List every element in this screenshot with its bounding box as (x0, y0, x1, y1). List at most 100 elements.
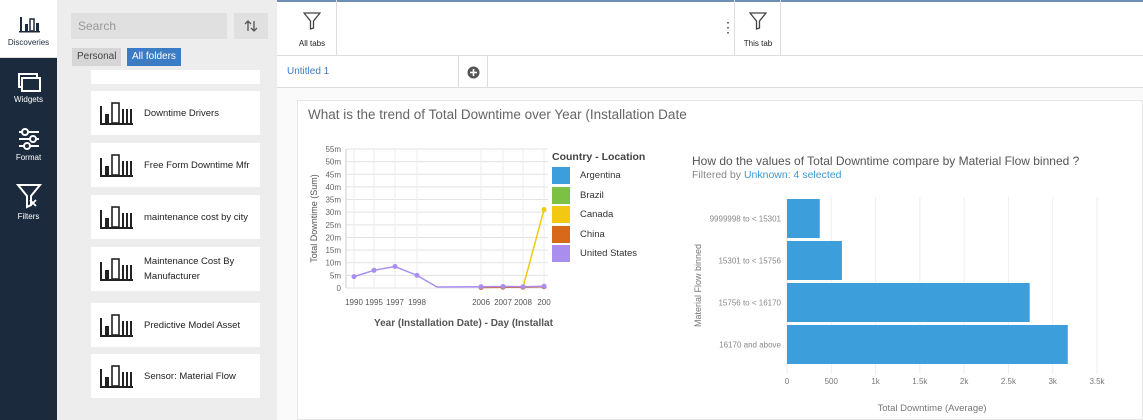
y-tick-label: 20m (325, 233, 341, 242)
data-point (392, 264, 398, 270)
y-axis-title: Total Downtime (Sum) (309, 174, 319, 263)
list-item[interactable]: Sensor: Material Flow (91, 354, 260, 398)
data-point (478, 284, 484, 290)
main-area: All tabs ⋮ This tab Untitled 1 What is t… (277, 0, 1143, 420)
filter-selection-link[interactable]: Unknown: 4 selected (744, 169, 841, 181)
x-tick-label: 2k (960, 377, 969, 386)
y-tick-label: 25m (325, 221, 341, 230)
list-item-title: Downtime Drivers (144, 107, 219, 119)
dashboard-canvas: What is the trend of Total Downtime over… (297, 100, 1143, 420)
list-item[interactable]: Downtime Drivers (91, 91, 260, 135)
app-window: Discoveries Widgets Format Filters Searc… (0, 0, 1143, 420)
filters-icon (15, 184, 42, 209)
bar (787, 241, 842, 280)
category-label: 9999998 to < 15301 (710, 215, 782, 224)
legend-label: Brazil (580, 189, 604, 201)
y-tick-label: 5m (330, 271, 341, 280)
legend-item[interactable]: Brazil (552, 186, 672, 207)
discoveries-list: Downtime Drivers Free Form Downtime Mfr ma… (71, 70, 261, 420)
x-tick-label: 0 (785, 377, 790, 386)
list-item-title: Free Form Downtime Mfr (144, 159, 250, 171)
tab-bar: Untitled 1 (277, 56, 1143, 88)
more-options-icon[interactable]: ⋮ (721, 20, 735, 34)
line-chart[interactable]: 05m10m15m20m25m30m35m40m45m50m55m1990 199… (298, 141, 558, 371)
bar-chart-icon (100, 206, 133, 229)
x-tick-label: 2008 (514, 298, 532, 307)
list-item-partial[interactable] (91, 70, 260, 84)
legend-swatch (552, 186, 570, 204)
x-tick-label: 500 (825, 377, 839, 386)
legend-label: China (580, 228, 605, 240)
format-icon (18, 128, 39, 150)
library-panel: Personal All folders Downtime Drivers Fre… (57, 0, 277, 420)
list-item-title: Predictive Model Asset (144, 319, 241, 331)
data-point (351, 274, 357, 280)
x-axis-title: Total Downtime (Average) (877, 403, 986, 414)
rail-item-filters[interactable]: Filters (0, 183, 57, 221)
tab-untitled-1[interactable]: Untitled 1 (287, 56, 329, 88)
top-accent-line (277, 0, 1143, 2)
legend-swatch (552, 225, 570, 243)
bar-chart-icon (100, 314, 133, 337)
discoveries-icon (18, 17, 40, 33)
legend-item[interactable]: Argentina (552, 167, 672, 187)
line-chart-title: What is the trend of Total Downtime over… (308, 107, 687, 122)
data-point (414, 272, 420, 278)
rail-label-format: Format (15, 153, 42, 162)
toolbar-divider (336, 0, 337, 56)
bar-chart-filter-note: Filtered by Unknown: 4 selected (692, 169, 841, 181)
x-tick-label: 1995 (365, 298, 383, 307)
category-label: 15301 to < 15756 (718, 257, 781, 266)
toolbar-divider (780, 0, 781, 56)
rail-item-widgets[interactable]: Widgets (0, 72, 57, 104)
filter-icon (302, 12, 322, 30)
legend-item[interactable]: Canada (552, 206, 672, 226)
bar (787, 199, 820, 238)
legend-item[interactable]: United States (552, 245, 672, 265)
bar (787, 283, 1030, 322)
search-input[interactable] (71, 13, 227, 39)
filter-all-folders-button[interactable]: All folders (127, 48, 181, 66)
all-tabs-filter-button[interactable]: All tabs (289, 0, 335, 56)
y-tick-label: 50m (325, 158, 341, 167)
legend-label: Argentina (580, 170, 621, 181)
this-tab-filter-button[interactable]: This tab (735, 0, 781, 56)
data-point (520, 284, 526, 290)
sort-icon (244, 20, 258, 32)
legend-label: Canada (580, 209, 614, 220)
rail-item-format[interactable]: Format (0, 128, 57, 162)
filter-prefix: Filtered by (692, 169, 742, 181)
x-tick-label: 1990 (345, 298, 363, 307)
y-tick-label: 45m (325, 170, 341, 179)
bar-chart-icon (100, 365, 133, 388)
rail-label-widgets: Widgets (14, 95, 43, 104)
data-point (541, 283, 547, 289)
rail-label-filters: Filters (17, 212, 40, 221)
y-tick-label: 30m (325, 208, 341, 217)
list-item[interactable]: maintenance cost by city (91, 195, 260, 239)
nav-rail: Discoveries Widgets Format Filters (0, 0, 57, 420)
add-tab-button[interactable] (458, 56, 488, 88)
list-item[interactable]: Predictive Model Asset (91, 303, 260, 347)
legend-swatch (552, 206, 570, 223)
y-tick-label: 10m (325, 259, 341, 268)
series-line (353, 265, 545, 288)
data-point (500, 283, 506, 289)
bar-chart-icon (100, 154, 133, 177)
legend-item[interactable]: China (552, 225, 672, 246)
y-tick-label: 15m (325, 246, 341, 255)
all-tabs-label: All tabs (298, 39, 326, 48)
bar-chart[interactable]: 0 500 1k 1.5k 2k 2.5k 3k 3.5k 9999998 to < 15301… (692, 189, 1132, 419)
sort-button[interactable] (234, 13, 268, 39)
x-tick-label: 2006 (472, 298, 490, 307)
rail-item-discoveries[interactable]: Discoveries (0, 0, 57, 58)
list-item[interactable]: Maintenance Cost By Manufacturer (91, 247, 260, 291)
legend-title: Country - Location (552, 151, 646, 163)
list-item[interactable]: Free Form Downtime Mfr (91, 143, 260, 187)
y-axis-title: Material Flow binned (693, 244, 703, 327)
legend-label: United States (580, 248, 638, 259)
list-item-title: maintenance cost by city (144, 211, 249, 223)
filter-personal-button[interactable]: Personal (72, 48, 122, 66)
list-item-title: Maintenance Cost By Manufacturer (144, 256, 235, 282)
widgets-icon (17, 73, 41, 92)
